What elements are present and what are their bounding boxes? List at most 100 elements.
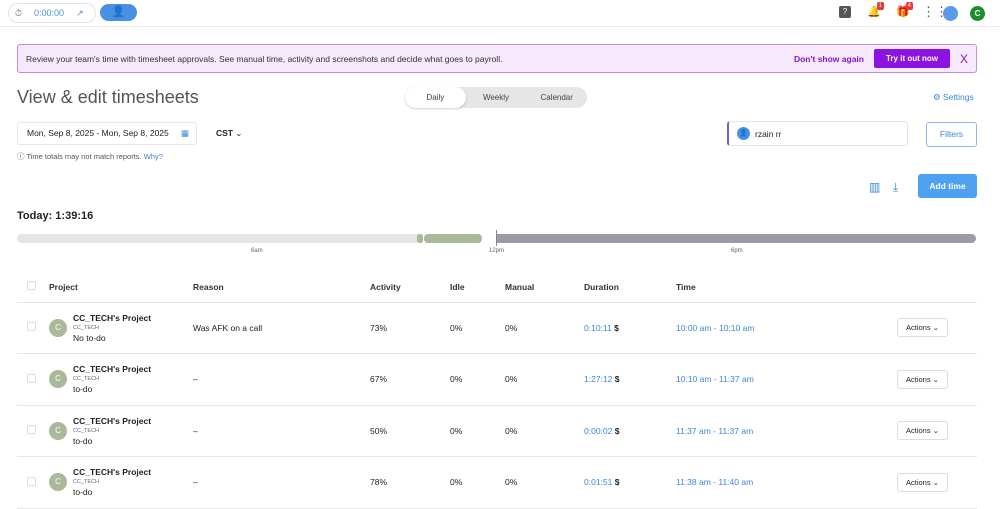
- project-name: CC_TECH's Project: [73, 312, 152, 323]
- chevron-down-icon: ⌄: [932, 426, 939, 436]
- stopwatch-icon: ⏱: [15, 7, 23, 18]
- activity: 67%: [370, 353, 450, 406]
- actions-label: Actions: [906, 374, 931, 384]
- table-header: Project Reason Activity Idle Manual Dura…: [17, 272, 977, 303]
- timezone-value: CST: [216, 128, 233, 138]
- actions-label: Actions: [906, 426, 931, 436]
- notification-badge: 1: [876, 2, 884, 10]
- idle: 0%: [450, 456, 505, 509]
- header-project: Project: [49, 272, 193, 303]
- project-avatar: C: [49, 473, 67, 492]
- manual: 0%: [505, 302, 584, 354]
- project-name: CC_TECH's Project: [73, 364, 152, 375]
- header-manual: Manual: [505, 272, 584, 303]
- todo-label: to-do: [73, 435, 93, 446]
- reason: –: [193, 456, 370, 509]
- timeline-activity-segment[interactable]: [417, 234, 423, 243]
- add-time-button[interactable]: Add time: [918, 174, 977, 198]
- expand-arrow-icon[interactable]: ↗: [76, 8, 84, 19]
- billable-icon: $: [614, 425, 620, 436]
- settings-link[interactable]: ⚙ Settings: [933, 92, 974, 103]
- actions-label: Actions: [906, 477, 931, 487]
- columns-icon[interactable]: ▥: [869, 180, 880, 194]
- timesheet-table: Project Reason Activity Idle Manual Dura…: [17, 272, 977, 509]
- project-avatar: C: [49, 421, 67, 440]
- todo-label: No to-do: [73, 332, 106, 343]
- filters-button[interactable]: Filters: [926, 122, 977, 147]
- reason: Was AFK on a call: [193, 302, 370, 354]
- date-range-picker[interactable]: Mon, Sep 8, 2025 - Mon, Sep 8, 2025 ▦: [17, 122, 197, 145]
- client-name: CC_TECH: [73, 427, 99, 434]
- timeline-future-segment: [497, 234, 976, 243]
- timeline-label-6pm: 6pm: [731, 248, 743, 254]
- actions-label: Actions: [906, 323, 931, 333]
- header-activity: Activity: [370, 272, 450, 303]
- tab-daily[interactable]: Daily: [405, 87, 466, 108]
- time-range-link[interactable]: 10:00 am - 10:10 am: [676, 323, 754, 333]
- gift-badge: 4: [905, 2, 913, 10]
- close-banner-icon[interactable]: X: [960, 52, 968, 66]
- account-avatar[interactable]: C: [970, 6, 985, 21]
- activity: 78%: [370, 456, 450, 509]
- header-time: Time: [676, 272, 897, 303]
- todo-label: to-do: [73, 384, 93, 395]
- time-range-link[interactable]: 11:37 am - 11:37 am: [676, 426, 753, 436]
- bell-icon[interactable]: 🔔 1: [867, 2, 884, 18]
- idle: 0%: [450, 405, 505, 457]
- actions-dropdown[interactable]: Actions ⌄: [897, 421, 948, 441]
- gift-icon[interactable]: 🎁 4: [896, 2, 913, 18]
- manual: 0%: [505, 353, 584, 406]
- reason: –: [193, 405, 370, 457]
- idle: 0%: [450, 302, 505, 354]
- chevron-down-icon: ⌄: [932, 323, 939, 333]
- dont-show-again-link[interactable]: Don't show again: [794, 54, 864, 64]
- row-checkbox[interactable]: [27, 373, 36, 383]
- user-avatar-icon[interactable]: [943, 6, 958, 21]
- view-tabs: Daily Weekly Calendar: [405, 87, 587, 108]
- row-checkbox[interactable]: [27, 476, 36, 486]
- tab-calendar[interactable]: Calendar: [526, 87, 587, 108]
- table-row: C CC_TECH's Project CC_TECH to-do – 50% …: [17, 405, 977, 457]
- header-duration: Duration: [584, 272, 676, 303]
- row-checkbox[interactable]: [27, 322, 36, 332]
- date-range-value: Mon, Sep 8, 2025 - Mon, Sep 8, 2025: [27, 128, 169, 138]
- table-row: C CC_TECH's Project CC_TECH No to-do Was…: [17, 302, 977, 354]
- timeline-label-6am: 6am: [251, 248, 263, 254]
- duration-link[interactable]: 1:27:12: [584, 374, 612, 384]
- row-checkbox[interactable]: [27, 425, 36, 435]
- select-all-checkbox[interactable]: [27, 281, 36, 291]
- gear-icon: ⚙: [933, 92, 941, 102]
- actions-dropdown[interactable]: Actions ⌄: [897, 369, 948, 389]
- download-icon[interactable]: ⤓: [893, 180, 898, 195]
- billable-icon: $: [614, 477, 620, 488]
- client-name: CC_TECH: [73, 479, 99, 486]
- table-row: C CC_TECH's Project CC_TECH to-do – 67% …: [17, 353, 977, 406]
- timer-widget[interactable]: ⏱ 0:00:00 ↗: [8, 3, 96, 23]
- duration-link[interactable]: 0:01:51: [584, 477, 612, 487]
- user-select[interactable]: 👤 rzain rr: [727, 121, 908, 146]
- client-name: CC_TECH: [73, 376, 99, 383]
- time-range-link[interactable]: 11:38 am - 11:40 am: [676, 477, 753, 487]
- activity: 73%: [370, 302, 450, 354]
- duration-link[interactable]: 0:10:11: [584, 323, 612, 333]
- idle: 0%: [450, 353, 505, 406]
- actions-dropdown[interactable]: Actions ⌄: [897, 472, 948, 492]
- why-link[interactable]: Why?: [144, 152, 163, 161]
- help-icon[interactable]: ?: [839, 6, 851, 18]
- duration-link[interactable]: 0:00:02: [584, 426, 612, 436]
- actions-dropdown[interactable]: Actions ⌄: [897, 318, 948, 338]
- user-plus-icon: 👤: [111, 6, 126, 18]
- timezone-select[interactable]: CST ⌄: [216, 128, 243, 139]
- tab-weekly[interactable]: Weekly: [466, 87, 527, 108]
- time-range-link[interactable]: 10:10 am - 11:37 am: [676, 374, 754, 384]
- activity: 50%: [370, 405, 450, 457]
- page-title: View & edit timesheets: [17, 87, 199, 107]
- add-user-button[interactable]: 👤: [100, 4, 137, 21]
- chevron-down-icon: ⌄: [932, 374, 939, 384]
- apps-grid-icon[interactable]: ⋮⋮: [922, 5, 948, 18]
- timeline-activity-segment[interactable]: [424, 234, 482, 243]
- manual: 0%: [505, 456, 584, 509]
- calendar-icon: ▦: [180, 128, 189, 138]
- manual: 0%: [505, 405, 584, 457]
- try-it-out-button[interactable]: Try it out now: [873, 49, 950, 68]
